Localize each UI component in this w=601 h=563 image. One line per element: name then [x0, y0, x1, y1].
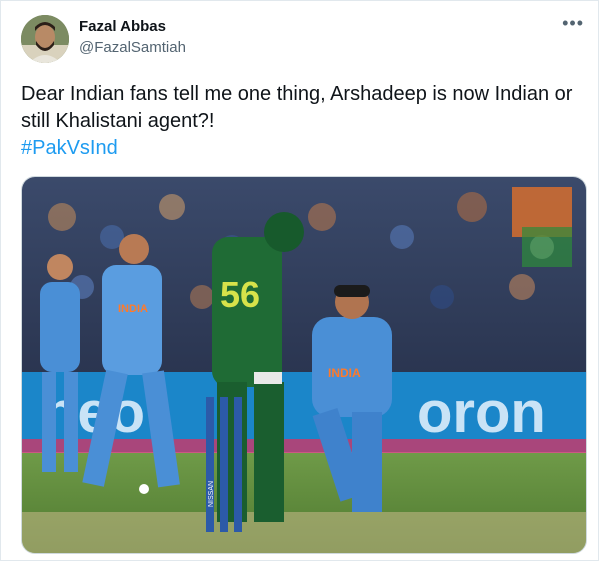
tweet-text-block: Dear Indian fans tell me one thing, Arsh…	[21, 81, 581, 162]
jersey-text-india-left: INDIA	[118, 303, 148, 315]
tweet-text: Dear Indian fans tell me one thing, Arsh…	[21, 83, 573, 132]
tweet-media-image[interactable]: neo oron INDIA 56 NISSAN INDIA	[21, 176, 587, 554]
jersey-text-india-bowler: INDIA	[328, 366, 361, 380]
pitch	[22, 512, 586, 553]
cricket-photo: neo oron INDIA 56 NISSAN INDIA	[22, 177, 586, 553]
author-handle[interactable]: @FazalSamtiah	[79, 39, 186, 56]
tweet-card[interactable]: Fazal Abbas @FazalSamtiah ••• Dear India…	[0, 0, 599, 561]
cricket-ball	[139, 484, 149, 494]
more-horizontal-icon[interactable]: •••	[562, 13, 584, 34]
avatar-photo	[21, 15, 69, 63]
jersey-text-pakistan: 56	[220, 274, 260, 315]
hashtag-link[interactable]: #PakVsInd	[21, 135, 581, 162]
board-text-right: oron	[417, 380, 546, 445]
avatar[interactable]	[21, 15, 69, 63]
stumps: NISSAN	[206, 397, 242, 532]
stump-text: NISSAN	[208, 481, 215, 507]
author-name[interactable]: Fazal Abbas	[79, 18, 166, 35]
